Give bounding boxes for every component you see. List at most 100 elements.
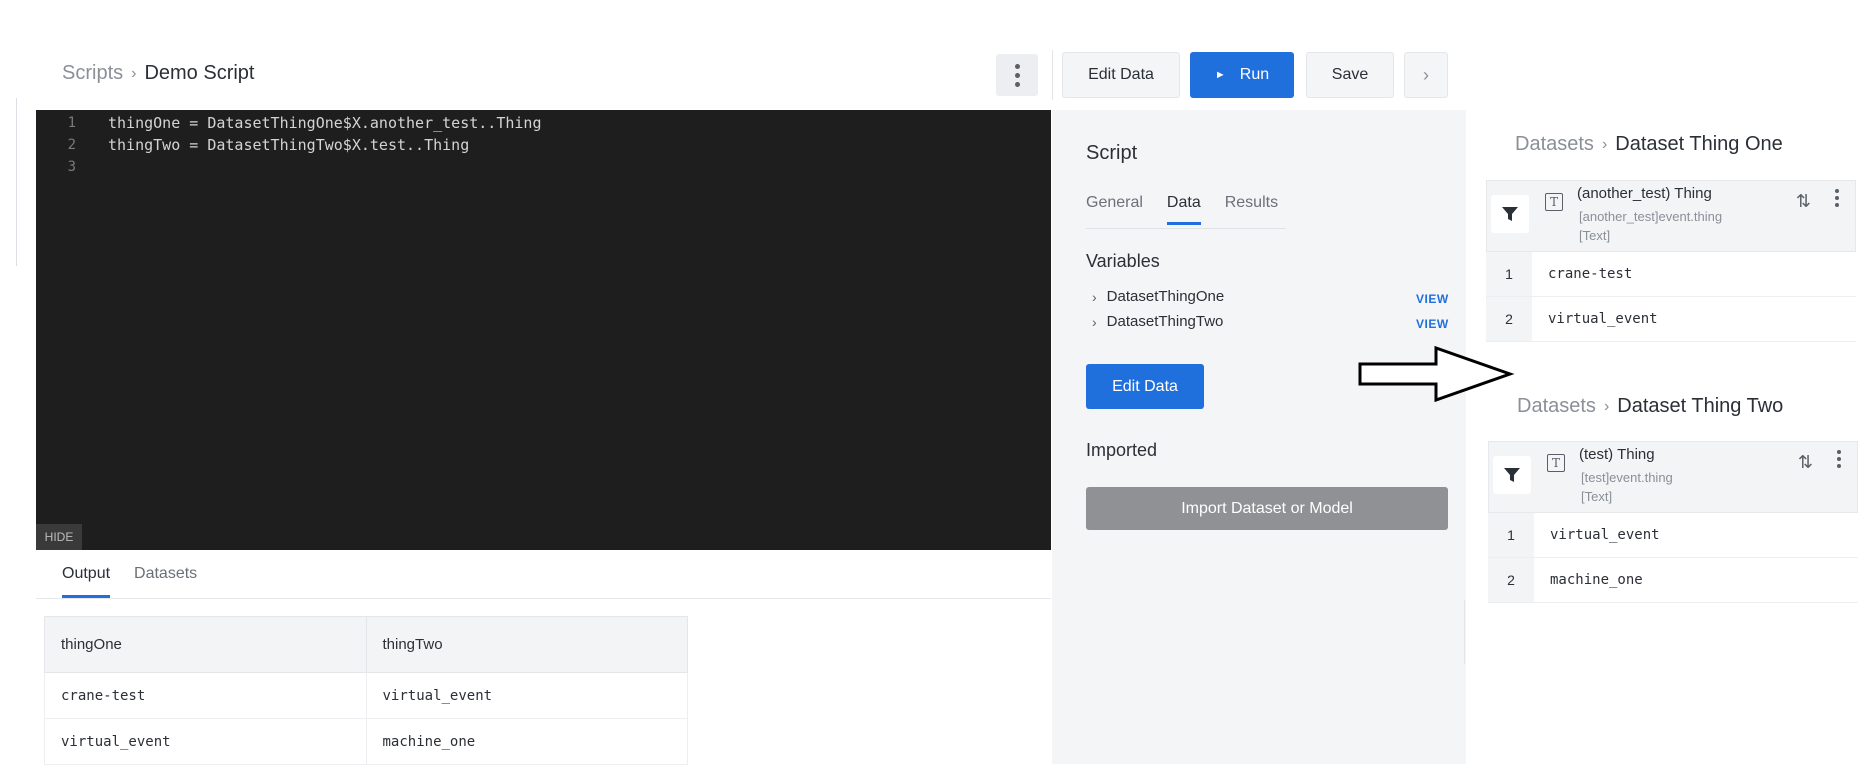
panel-tabs-divider bbox=[1086, 228, 1286, 229]
column-menu-kebab-icon[interactable] bbox=[1835, 189, 1839, 207]
breadcrumb-separator-icon: › bbox=[1601, 135, 1608, 153]
kebab-icon bbox=[1014, 63, 1020, 87]
row-number: 1 bbox=[1486, 252, 1532, 296]
list-item: 1 virtual_event bbox=[1488, 513, 1858, 558]
variable-name: DatasetThingOne bbox=[1106, 288, 1225, 305]
code-line: 2 thingTwo = DatasetThingTwo$X.test..Thi… bbox=[36, 134, 470, 156]
table-cell: crane-test bbox=[44, 672, 367, 719]
column-meta: [test]event.thing [Text] bbox=[1581, 468, 1673, 506]
row-value: machine_one bbox=[1550, 572, 1643, 588]
sort-icon[interactable]: ⇅ bbox=[1796, 191, 1811, 212]
list-item: 2 virtual_event bbox=[1486, 297, 1856, 342]
table-row: virtual_event machine_one bbox=[44, 718, 688, 765]
breadcrumb-separator-icon: › bbox=[131, 64, 137, 82]
output-table: thingOne thingTwo crane-test virtual_eve… bbox=[44, 616, 688, 765]
output-tabs: Output Datasets bbox=[62, 565, 197, 598]
row-number: 2 bbox=[1486, 297, 1532, 341]
code-line: 3 bbox=[36, 156, 108, 178]
play-icon: ► bbox=[1214, 69, 1226, 81]
dataset-two-breadcrumb: Datasets › Dataset Thing Two bbox=[1517, 395, 1783, 418]
code-line: 1 thingOne = DatasetThingOne$X.another_t… bbox=[36, 112, 542, 134]
breadcrumb-datasets-link[interactable]: Datasets bbox=[1515, 133, 1594, 156]
table-header-row: thingOne thingTwo bbox=[44, 616, 688, 673]
column-header[interactable]: thingOne bbox=[44, 616, 367, 673]
column-header: T (test) Thing [test]event.thing [Text] … bbox=[1488, 441, 1858, 513]
tab-data[interactable]: Data bbox=[1166, 194, 1201, 225]
tab-results[interactable]: Results bbox=[1225, 194, 1278, 225]
code-text: thingOne = DatasetThingOne$X.another_tes… bbox=[108, 114, 542, 132]
panel-edit-data-button[interactable]: Edit Data bbox=[1086, 364, 1204, 409]
import-dataset-button[interactable]: Import Dataset or Model bbox=[1086, 487, 1448, 530]
dataset-one-breadcrumb: Datasets › Dataset Thing One bbox=[1515, 133, 1783, 156]
row-number: 2 bbox=[1488, 558, 1534, 602]
filter-icon bbox=[1504, 468, 1520, 482]
code-text: thingTwo = DatasetThingTwo$X.test..Thing bbox=[108, 136, 470, 154]
filter-icon bbox=[1502, 207, 1518, 221]
dataset-title: Dataset Thing One bbox=[1615, 133, 1783, 155]
dataset-two-preview: T (test) Thing [test]event.thing [Text] … bbox=[1488, 441, 1858, 603]
view-link[interactable]: VIEW bbox=[1416, 292, 1449, 306]
column-type: [Text] bbox=[1581, 489, 1613, 504]
line-number: 1 bbox=[67, 115, 76, 131]
column-header: T (another_test) Thing [another_test]eve… bbox=[1486, 180, 1856, 252]
column-meta: [another_test]event.thing [Text] bbox=[1579, 207, 1722, 245]
more-options-button[interactable] bbox=[996, 54, 1038, 96]
run-button-label: Run bbox=[1239, 66, 1270, 83]
expand-panel-button[interactable]: › bbox=[1404, 52, 1448, 98]
code-editor[interactable]: 1 thingOne = DatasetThingOne$X.another_t… bbox=[36, 110, 1051, 550]
imported-heading: Imported bbox=[1086, 440, 1158, 460]
panel-tabs: General Data Results bbox=[1086, 194, 1278, 225]
output-tabs-divider bbox=[36, 598, 1051, 599]
run-button[interactable]: ► Run bbox=[1190, 52, 1294, 98]
list-item: 2 machine_one bbox=[1488, 558, 1858, 603]
variable-name: DatasetThingTwo bbox=[1106, 313, 1224, 330]
left-gutter-rule bbox=[16, 98, 17, 266]
panel-edge-rule bbox=[1464, 600, 1465, 664]
page-title: Demo Script bbox=[144, 62, 255, 84]
chevron-right-icon: › bbox=[1423, 64, 1429, 85]
breadcrumb: Scripts › Demo Script bbox=[62, 62, 254, 85]
hide-editor-button[interactable]: HIDE bbox=[36, 524, 82, 550]
text-type-icon: T bbox=[1545, 193, 1563, 211]
line-number: 2 bbox=[67, 137, 76, 153]
row-number: 1 bbox=[1488, 513, 1534, 557]
sort-icon[interactable]: ⇅ bbox=[1798, 452, 1813, 473]
column-path: [test]event.thing bbox=[1581, 470, 1673, 485]
variables-heading: Variables bbox=[1086, 251, 1160, 271]
line-number: 3 bbox=[67, 159, 76, 175]
row-value: virtual_event bbox=[1550, 527, 1660, 543]
view-link[interactable]: VIEW bbox=[1416, 317, 1449, 331]
list-item: 1 crane-test bbox=[1486, 252, 1856, 297]
save-button[interactable]: Save bbox=[1306, 52, 1394, 98]
column-type: [Text] bbox=[1579, 228, 1611, 243]
text-type-icon: T bbox=[1547, 454, 1565, 472]
column-menu-kebab-icon[interactable] bbox=[1837, 450, 1841, 468]
table-cell: virtual_event bbox=[365, 672, 688, 719]
filter-button[interactable] bbox=[1491, 195, 1529, 233]
row-value: virtual_event bbox=[1548, 311, 1658, 327]
column-title: (another_test) Thing bbox=[1577, 185, 1712, 202]
column-header[interactable]: thingTwo bbox=[365, 616, 688, 673]
breadcrumb-separator-icon: › bbox=[1603, 397, 1610, 415]
breadcrumb-scripts-link[interactable]: Scripts bbox=[62, 62, 123, 85]
tab-output[interactable]: Output bbox=[62, 565, 111, 598]
dataset-title: Dataset Thing Two bbox=[1617, 395, 1784, 417]
column-path: [another_test]event.thing bbox=[1579, 209, 1723, 224]
breadcrumb-datasets-link[interactable]: Datasets bbox=[1517, 395, 1596, 418]
edit-data-button[interactable]: Edit Data bbox=[1062, 52, 1180, 98]
panel-title: Script bbox=[1086, 142, 1138, 164]
dataset-one-preview: T (another_test) Thing [another_test]eve… bbox=[1486, 180, 1856, 342]
tab-general[interactable]: General bbox=[1086, 194, 1143, 225]
table-row: crane-test virtual_event bbox=[44, 672, 688, 719]
toolbar-divider bbox=[1052, 50, 1053, 100]
tab-datasets[interactable]: Datasets bbox=[134, 565, 197, 598]
table-cell: machine_one bbox=[365, 718, 688, 765]
filter-button[interactable] bbox=[1493, 456, 1531, 494]
row-value: crane-test bbox=[1548, 266, 1633, 282]
column-title: (test) Thing bbox=[1579, 446, 1655, 463]
chevron-right-icon: › bbox=[1092, 313, 1097, 330]
variable-row[interactable]: › DatasetThingTwo bbox=[1092, 313, 1223, 330]
chevron-right-icon: › bbox=[1092, 288, 1097, 305]
variable-row[interactable]: › DatasetThingOne bbox=[1092, 288, 1224, 305]
table-cell: virtual_event bbox=[44, 718, 367, 765]
